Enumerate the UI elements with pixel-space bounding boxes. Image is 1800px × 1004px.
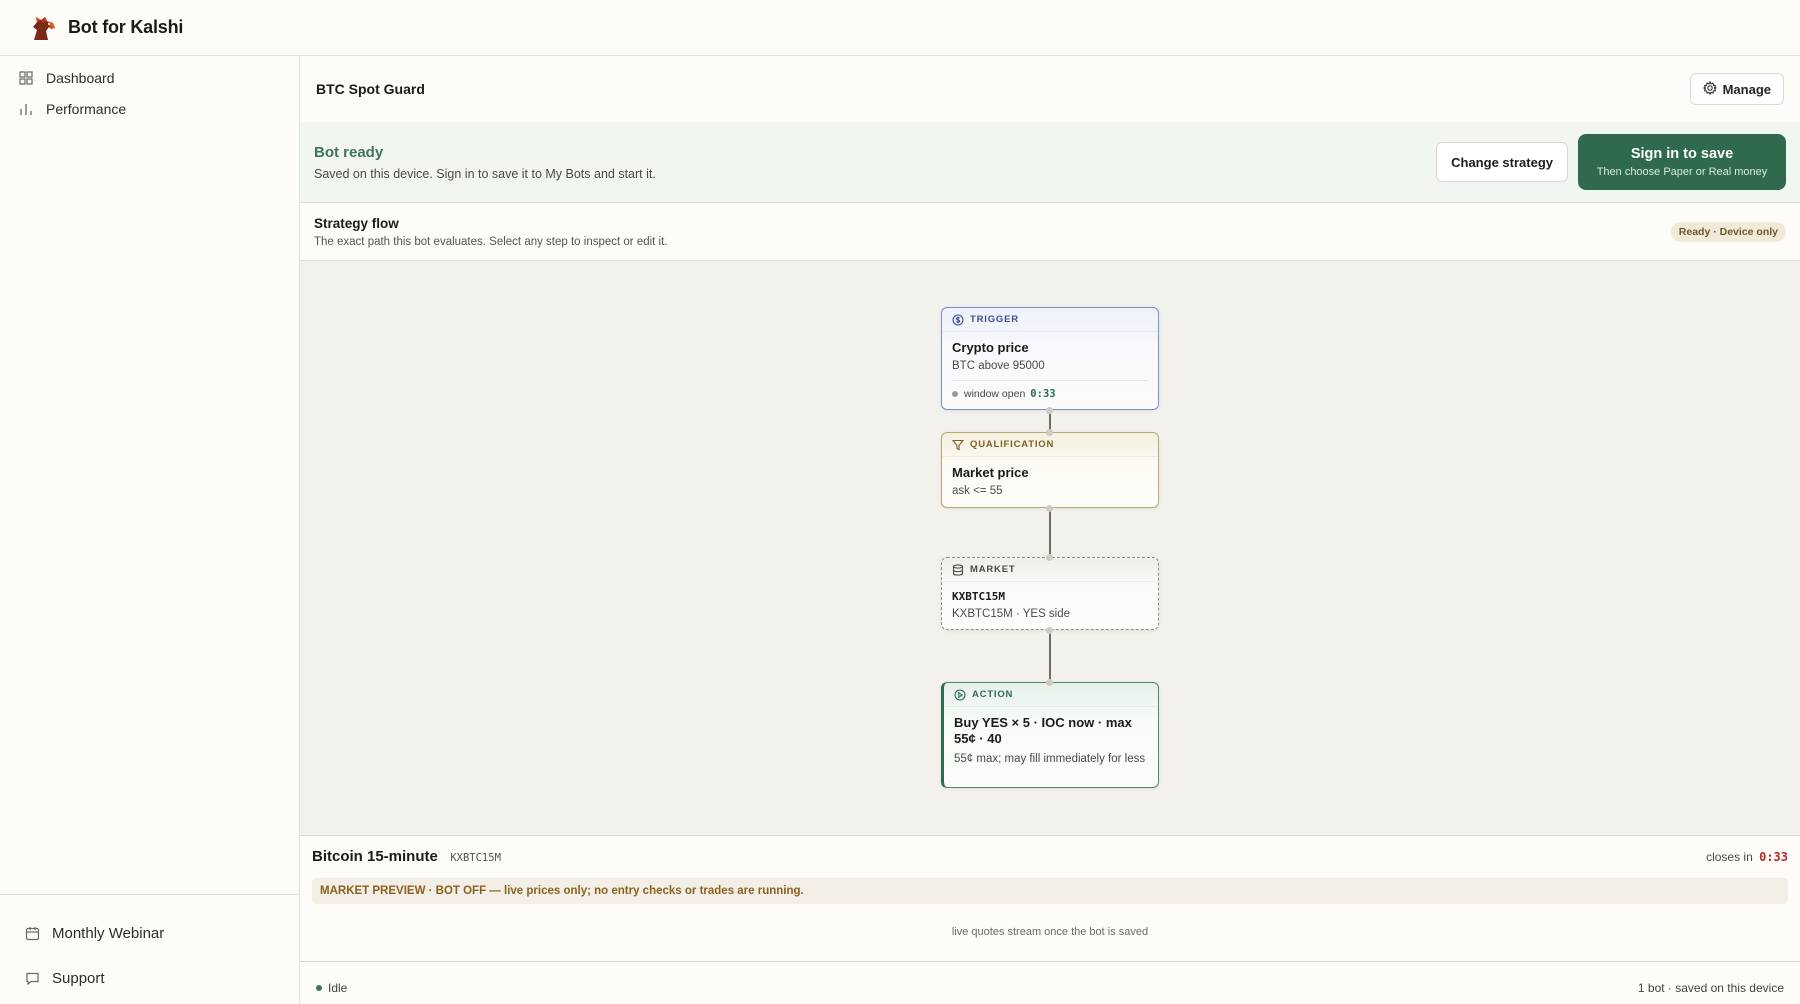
sidebar-item-label: Dashboard <box>46 69 115 86</box>
closes-countdown: 0:33 <box>1759 850 1788 864</box>
strategy-flow-header: Strategy flow The exact path this bot ev… <box>300 203 1800 261</box>
status-dot <box>952 391 958 397</box>
connector-line <box>1049 508 1051 557</box>
node-title: Market price <box>952 465 1029 480</box>
node-title: Buy YES × 5 · IOC now · max 55¢ · 40 <box>954 715 1132 746</box>
flow-node-market[interactable]: MARKET KXBTC15M KXBTC15M · YES side <box>941 557 1159 630</box>
port-dot <box>1046 429 1053 436</box>
window-status: window open 0:33 <box>952 380 1148 400</box>
play-circle-icon <box>954 688 966 701</box>
bot-summary: 1 bot · saved on this device <box>1637 980 1784 995</box>
flow-subtitle: The exact path this bot evaluates. Selec… <box>314 235 668 248</box>
sidebar-item-support[interactable]: Support <box>0 956 299 1001</box>
ready-subtitle: Saved on this device. Sign in to save it… <box>314 166 656 181</box>
node-subtitle: BTC above 95000 <box>952 360 1045 372</box>
market-preview-panel: Bitcoin 15-minute KXBTC15M closes in 0:3… <box>300 835 1800 962</box>
grid-icon <box>18 70 34 86</box>
node-kind: MARKET <box>970 564 1016 575</box>
port-dot <box>1046 407 1053 414</box>
manage-button[interactable]: Manage <box>1689 73 1784 105</box>
main-content: BTC Spot Guard Manage Bot ready Saved on… <box>300 56 1800 1004</box>
live-quotes-note: live quotes stream once the bot is saved <box>951 926 1149 938</box>
dollar-circle-icon <box>952 313 964 326</box>
calendar-icon <box>24 926 40 942</box>
port-dot <box>1046 554 1053 561</box>
market-close-time: closes in 0:33 <box>1706 850 1788 864</box>
node-subtitle: 55¢ max; may fill immediately for less <box>954 753 1146 765</box>
gear-icon <box>1702 80 1718 98</box>
filter-icon <box>952 439 964 451</box>
sign-in-label: Sign in to save <box>1630 146 1734 162</box>
sidebar-item-label: Support <box>52 970 105 987</box>
flow-node-action[interactable]: ACTION Buy YES × 5 · IOC now · max 55¢ ·… <box>941 682 1159 788</box>
market-title: Bitcoin 15-minute <box>312 848 438 865</box>
bot-state: Idle <box>328 980 348 995</box>
window-countdown: 0:33 <box>1030 388 1056 400</box>
horse-head-logo[interactable] <box>28 13 58 43</box>
market-ticker: KXBTC15M <box>450 852 501 864</box>
bot-name: BTC Spot Guard <box>316 81 425 97</box>
closes-label: closes in <box>1706 850 1753 864</box>
chat-icon <box>24 971 40 987</box>
sidebar: Dashboard Performance Monthly Webinar Su… <box>0 56 300 1004</box>
port-dot <box>1046 627 1053 634</box>
node-subtitle: ask <= 55 <box>952 485 1003 497</box>
window-label: window open <box>964 388 1026 400</box>
ready-title: Bot ready <box>314 143 384 161</box>
change-strategy-button[interactable]: Change strategy <box>1436 142 1568 182</box>
flow-title: Strategy flow <box>314 215 399 231</box>
app-title: Bot for Kalshi <box>68 17 184 37</box>
manage-label: Manage <box>1722 81 1771 97</box>
top-bar: Bot for Kalshi <box>0 0 1800 56</box>
node-title: Crypto price <box>952 340 1029 355</box>
node-kind: ACTION <box>972 689 1014 700</box>
sidebar-item-dashboard[interactable]: Dashboard <box>0 62 299 93</box>
status-badge: Ready · Device only <box>1670 221 1786 242</box>
port-dot <box>1046 505 1053 512</box>
market-preview-notice: MARKET PREVIEW · BOT OFF — live prices o… <box>312 878 1788 904</box>
status-bar: Idle 1 bot · saved on this device <box>300 971 1800 1004</box>
node-title: KXBTC15M <box>952 590 1005 603</box>
sidebar-item-webinar[interactable]: Monthly Webinar <box>0 911 299 956</box>
flow-canvas: TRIGGER Crypto price BTC above 95000 win… <box>300 261 1800 835</box>
sign-in-to-save-button[interactable]: Sign in to save Then choose Paper or Rea… <box>1578 134 1786 190</box>
node-kind: TRIGGER <box>970 314 1019 325</box>
sidebar-item-label: Performance <box>46 100 127 117</box>
database-icon <box>952 563 964 576</box>
bar-chart-icon <box>18 101 34 117</box>
node-subtitle: KXBTC15M · YES side <box>952 608 1071 620</box>
flow-node-qualification[interactable]: QUALIFICATION Market price ask <= 55 <box>941 432 1159 508</box>
sign-in-sublabel: Then choose Paper or Real money <box>1596 166 1768 178</box>
flow-node-trigger[interactable]: TRIGGER Crypto price BTC above 95000 win… <box>941 307 1159 410</box>
sidebar-item-label: Monthly Webinar <box>52 925 165 942</box>
sidebar-item-performance[interactable]: Performance <box>0 93 299 124</box>
ready-banner: Bot ready Saved on this device. Sign in … <box>300 122 1800 203</box>
status-dot <box>316 984 322 991</box>
port-dot <box>1046 679 1053 686</box>
bot-header: BTC Spot Guard Manage <box>300 56 1800 122</box>
connector-line <box>1049 630 1051 682</box>
node-kind: QUALIFICATION <box>970 439 1055 450</box>
